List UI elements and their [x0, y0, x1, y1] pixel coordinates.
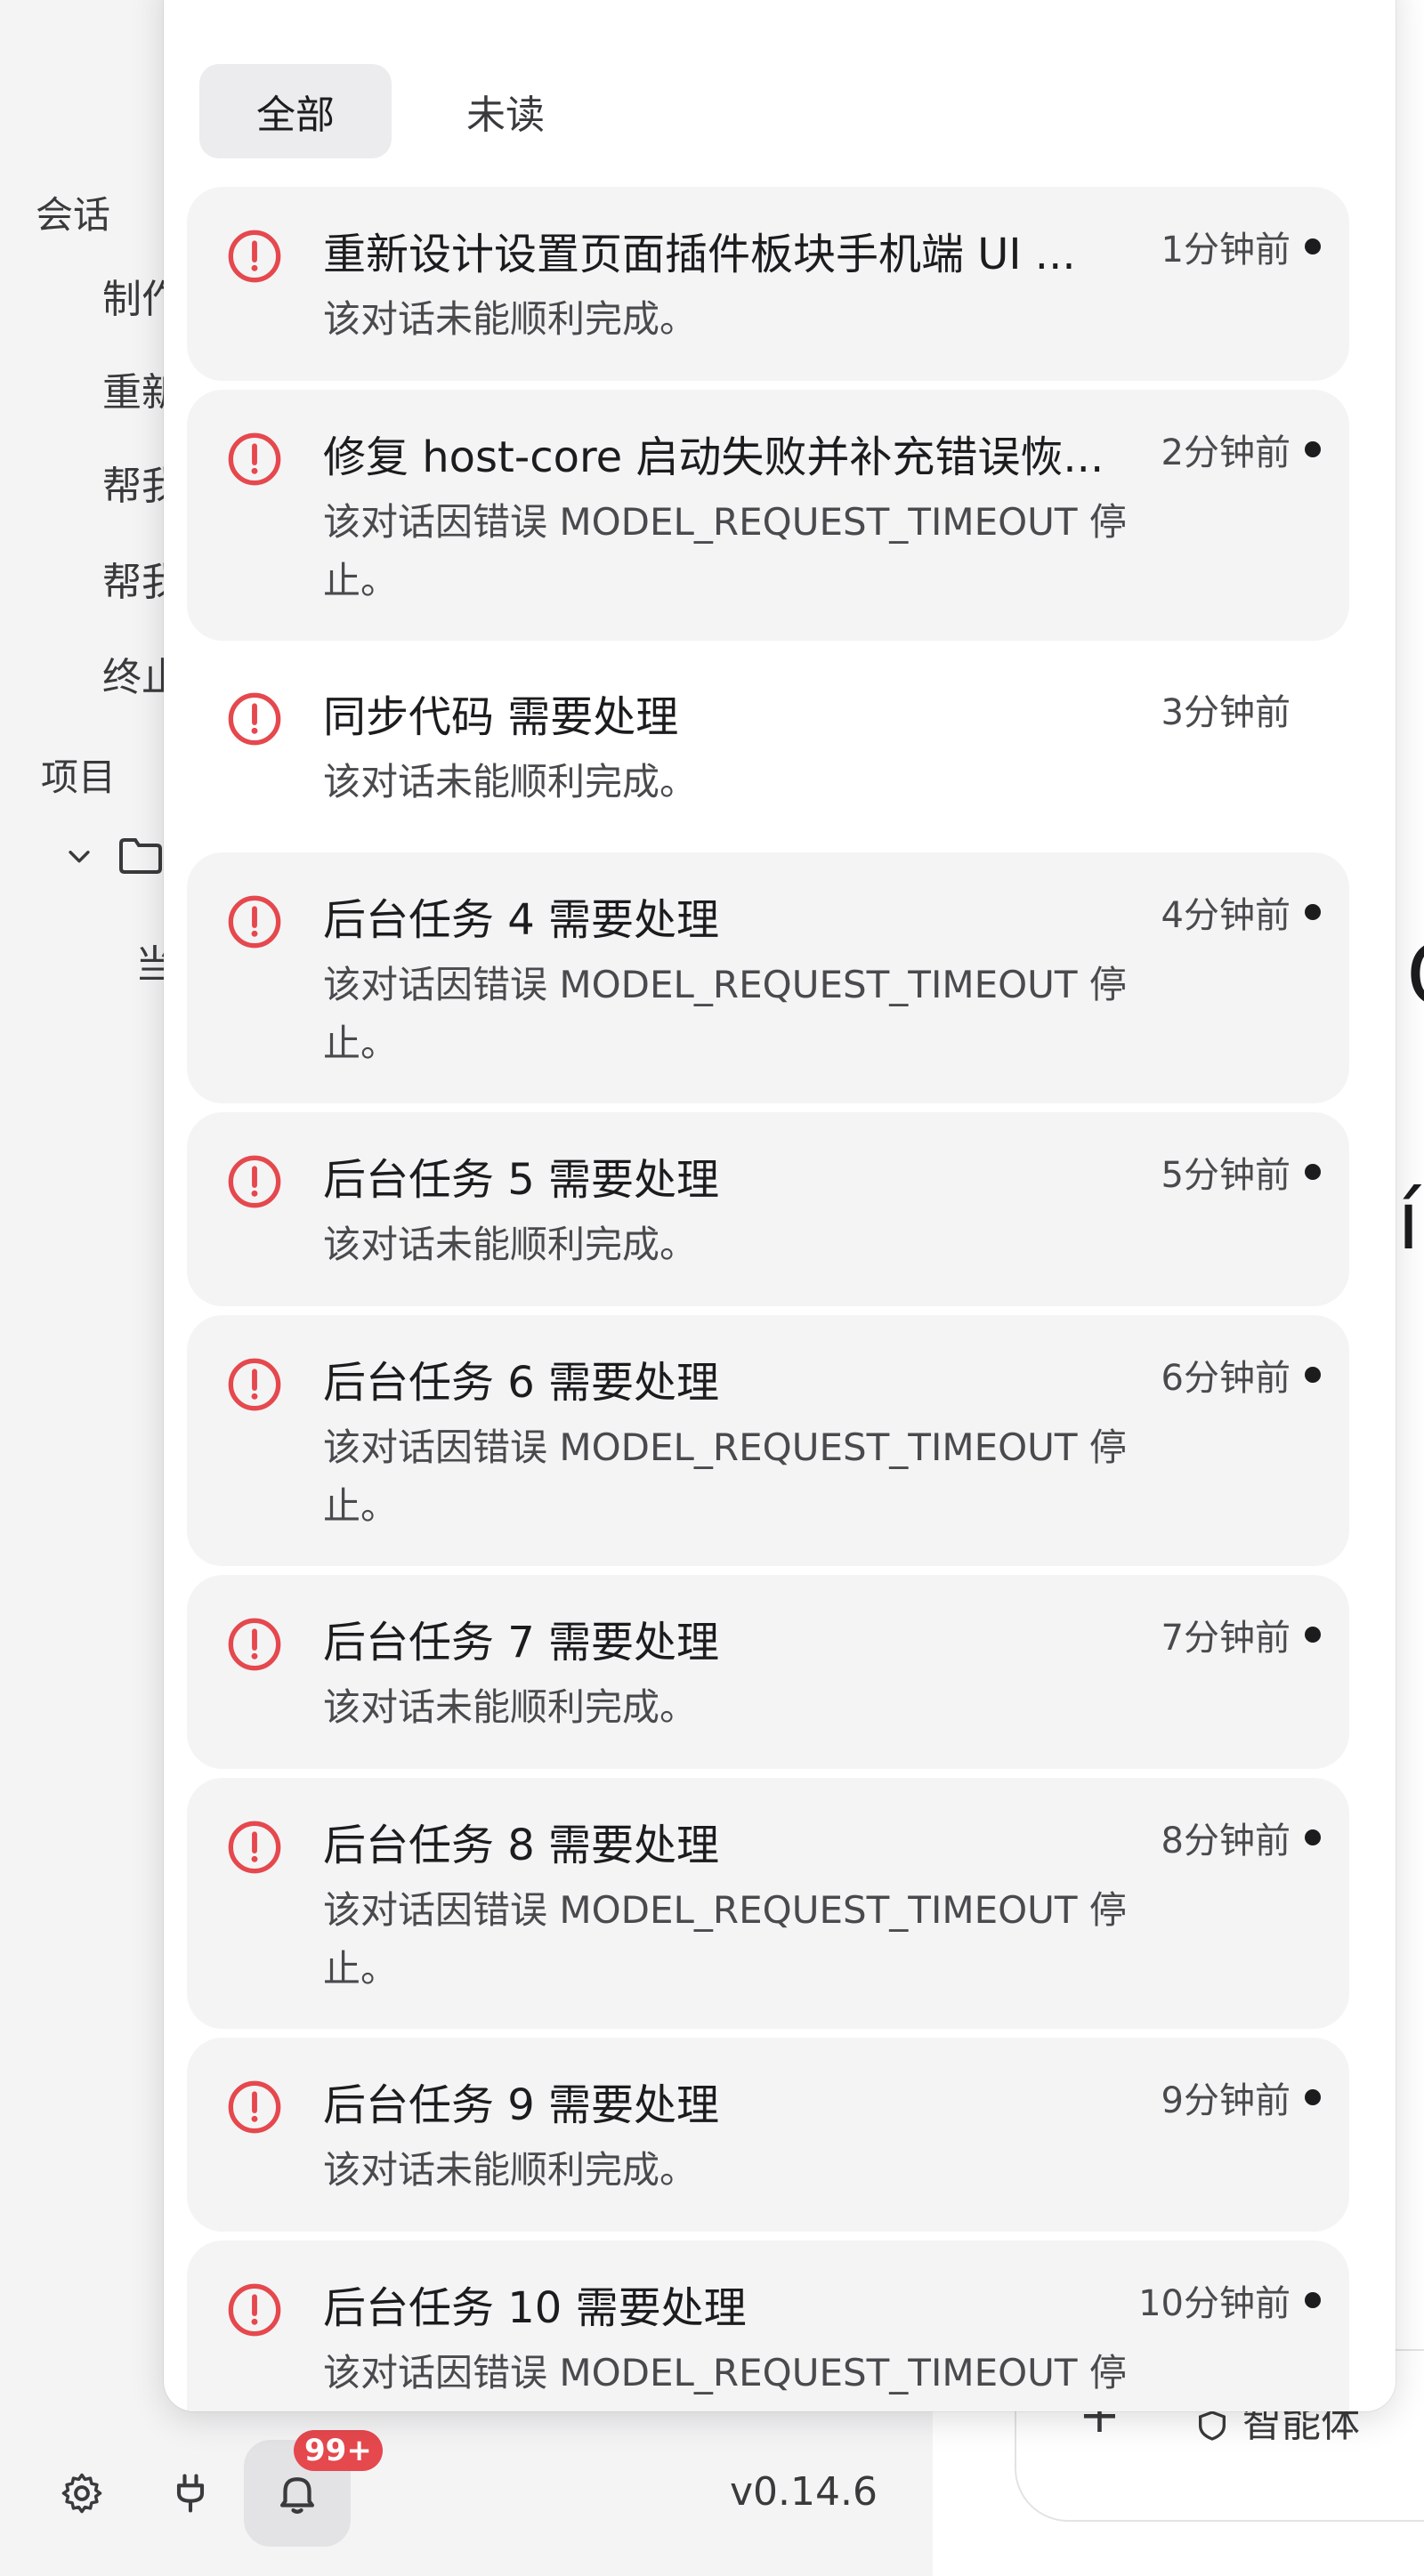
unread-dot: [1305, 1367, 1321, 1383]
settings-button[interactable]: [53, 2465, 110, 2522]
notification-title: 后台任务 7 需要处理: [323, 1618, 720, 1668]
section-projects: 项目: [41, 755, 117, 799]
unread-dot: [1305, 238, 1321, 254]
notification-time: 3分钟前: [1161, 692, 1290, 733]
notification-item[interactable]: 后台任务 10 需要处理该对话因错误 MODEL_REQUEST_TIMEOUT…: [187, 2241, 1349, 2411]
notification-item[interactable]: 后台任务 9 需要处理该对话未能顺利完成。 9分钟前: [187, 2038, 1349, 2232]
notification-description: 该对话未能顺利完成。: [323, 760, 698, 803]
notification-item[interactable]: 后台任务 5 需要处理该对话未能顺利完成。 5分钟前: [187, 1112, 1349, 1306]
notification-time: 6分钟前: [1161, 1358, 1290, 1399]
unread-dot: [1305, 2292, 1321, 2308]
notification-title: 重新设计设置页面插件板块手机端 UI ...: [323, 230, 1076, 279]
notification-item[interactable]: 后台任务 7 需要处理该对话未能顺利完成。 7分钟前: [187, 1575, 1349, 1769]
notification-item[interactable]: 修复 host-core 启动失败并补充错误恢... 该对话因错误 MODEL_R…: [187, 390, 1349, 641]
error-icon: [228, 432, 281, 486]
notification-list: 重新设计设置页面插件板块手机端 UI ... 该对话未能顺利完成。 1分钟前修复 h…: [187, 187, 1349, 2411]
notification-time: 9分钟前: [1161, 2080, 1290, 2121]
notification-item[interactable]: 后台任务 6 需要处理该对话因错误 MODEL_REQUEST_TIMEOUT …: [187, 1315, 1349, 1566]
notification-time: 2分钟前: [1161, 432, 1290, 473]
notification-time: 4分钟前: [1161, 895, 1290, 936]
error-icon: [228, 2080, 281, 2134]
notification-time: 8分钟前: [1161, 1821, 1290, 1861]
error-icon: [228, 2283, 281, 2337]
notification-item[interactable]: 重新设计设置页面插件板块手机端 UI ... 该对话未能顺利完成。 1分钟前: [187, 187, 1349, 381]
notifications-popover: 通知 全部 未读 重新设计设置页面插件板块手机端 UI ... 该对话未能顺利完成…: [164, 0, 1396, 2411]
error-icon: [228, 230, 281, 283]
notification-item[interactable]: 后台任务 4 需要处理该对话因错误 MODEL_REQUEST_TIMEOUT …: [187, 852, 1349, 1103]
notification-description: 该对话未能顺利完成。: [323, 1223, 698, 1266]
notification-tabs: 全部 未读: [199, 64, 602, 158]
unread-dot: [1305, 1829, 1321, 1845]
notification-time: 10分钟前: [1138, 2283, 1290, 2324]
notification-title: 后台任务 8 需要处理: [323, 1821, 720, 1870]
plugins-button[interactable]: [162, 2465, 219, 2522]
plug-icon: [176, 2474, 205, 2513]
version-label: v0.14.6: [730, 2469, 878, 2515]
notification-title: 同步代码 需要处理: [323, 692, 679, 742]
notification-description: 该对话因错误 MODEL_REQUEST_TIMEOUT 停止。: [323, 1425, 1127, 1528]
notification-time: 7分钟前: [1161, 1618, 1290, 1659]
notification-description: 该对话因错误 MODEL_REQUEST_TIMEOUT 停止。: [323, 500, 1127, 602]
section-conversations: 会话: [36, 193, 111, 237]
notification-time: 1分钟前: [1161, 230, 1290, 271]
bell-icon: [279, 2477, 315, 2514]
notification-title: 后台任务 10 需要处理: [323, 2283, 747, 2333]
notification-item[interactable]: 同步代码 需要处理该对话未能顺利完成。 3分钟前: [187, 650, 1349, 844]
notification-title: 后台任务 9 需要处理: [323, 2080, 720, 2130]
unread-dot: [1305, 2089, 1321, 2105]
folder-icon: [119, 838, 162, 874]
error-icon: [228, 1821, 281, 1874]
notification-description: 该对话因错误 MODEL_REQUEST_TIMEOUT 停止。: [323, 1888, 1127, 1991]
main-text-fragment: C: [1406, 925, 1424, 1025]
error-icon: [228, 895, 281, 949]
notification-item[interactable]: 后台任务 8 需要处理该对话因错误 MODEL_REQUEST_TIMEOUT …: [187, 1778, 1349, 2029]
main-text-fragment: í: [1397, 1175, 1420, 1268]
error-icon: [228, 1155, 281, 1208]
notification-description: 该对话未能顺利完成。: [323, 297, 698, 341]
notification-description: 该对话因错误 MODEL_REQUEST_TIMEOUT 停止。: [323, 963, 1127, 1065]
error-icon: [228, 1358, 281, 1411]
unread-dot: [1305, 441, 1321, 457]
notification-time: 5分钟前: [1161, 1155, 1290, 1196]
notification-title: 后台任务 6 需要处理: [323, 1358, 720, 1408]
error-icon: [228, 1618, 281, 1671]
gear-icon: [61, 2473, 102, 2514]
notification-count-badge: 99+: [294, 2430, 383, 2471]
unread-dot: [1305, 1627, 1321, 1643]
chevron-down-icon[interactable]: [64, 841, 94, 871]
notification-title: 修复 host-core 启动失败并补充错误恢...: [323, 432, 1104, 482]
notification-description: 该对话未能顺利完成。: [323, 2148, 698, 2192]
notification-title: 后台任务 5 需要处理: [323, 1155, 720, 1205]
tab-all[interactable]: 全部: [199, 64, 392, 158]
tab-unread[interactable]: 未读: [409, 64, 602, 158]
notification-title: 后台任务 4 需要处理: [323, 895, 720, 945]
notification-description: 该对话因错误 MODEL_REQUEST_TIMEOUT 停止。: [323, 2351, 1127, 2411]
notification-description: 该对话未能顺利完成。: [323, 1685, 698, 1729]
unread-dot: [1305, 904, 1321, 920]
error-icon: [228, 692, 281, 746]
shield-icon: [1199, 2410, 1226, 2441]
popover-title: 通知: [214, 0, 295, 5]
project-row[interactable]: [64, 836, 164, 876]
unread-dot: [1305, 1164, 1321, 1180]
